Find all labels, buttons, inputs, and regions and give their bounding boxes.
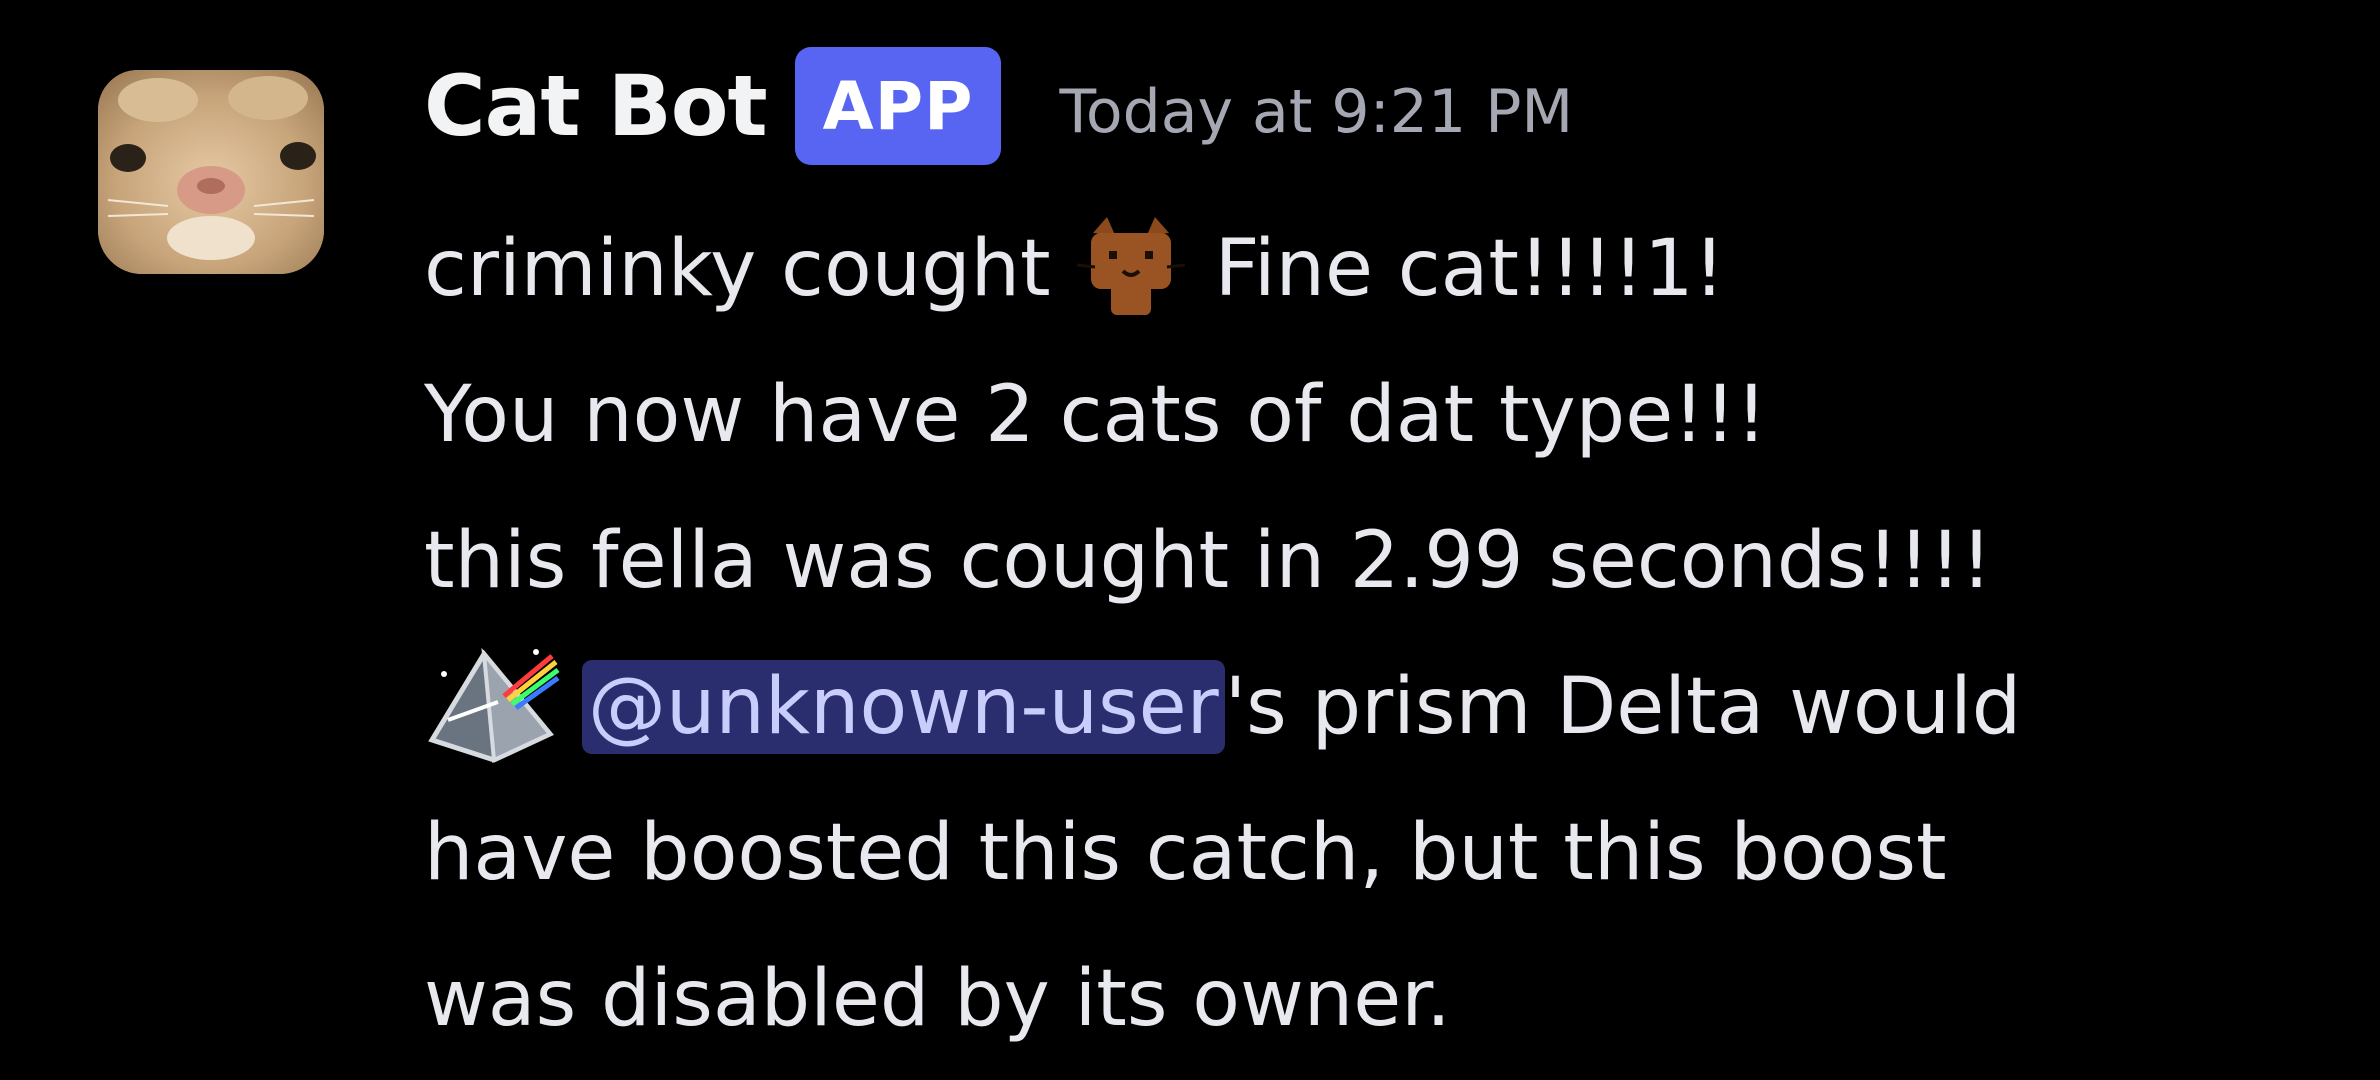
message-text: criminky cought [424, 224, 1051, 314]
user-mention[interactable]: @unknown-user [582, 660, 1225, 754]
message-header: Cat Bot APP Today at 9:21 PM [424, 40, 1573, 172]
message-text: Fine cat!!!!1! [1214, 224, 1725, 314]
message-line-4: @unknown-user's prism Delta would [424, 634, 2324, 780]
app-badge: APP [794, 47, 1002, 165]
message-content: criminky cought Fine cat!!!!1! You now h… [424, 196, 2324, 1072]
message-text: 's prism Delta would [1224, 662, 2022, 752]
message-line-3: this fella was cought in 2.99 seconds!!!… [424, 516, 1993, 606]
fine-cat-emoji-icon [1076, 216, 1185, 315]
message-line-6: was disabled by its owner. [424, 954, 1451, 1044]
message-line-5: have boosted this catch, but this boost [424, 808, 1947, 898]
author-name[interactable]: Cat Bot [424, 57, 768, 155]
message-line-1: criminky cought Fine cat!!!!1! [424, 196, 2324, 342]
message-line-2: You now have 2 cats of dat type!!! [424, 370, 1767, 460]
chat-view: Cat Bot APP Today at 9:21 PM criminky co… [0, 0, 2380, 1080]
bot-avatar[interactable] [98, 70, 324, 274]
cat-face-avatar-icon [98, 70, 324, 274]
prism-emoji-icon [428, 647, 560, 763]
message-timestamp[interactable]: Today at 9:21 PM [1059, 77, 1573, 147]
